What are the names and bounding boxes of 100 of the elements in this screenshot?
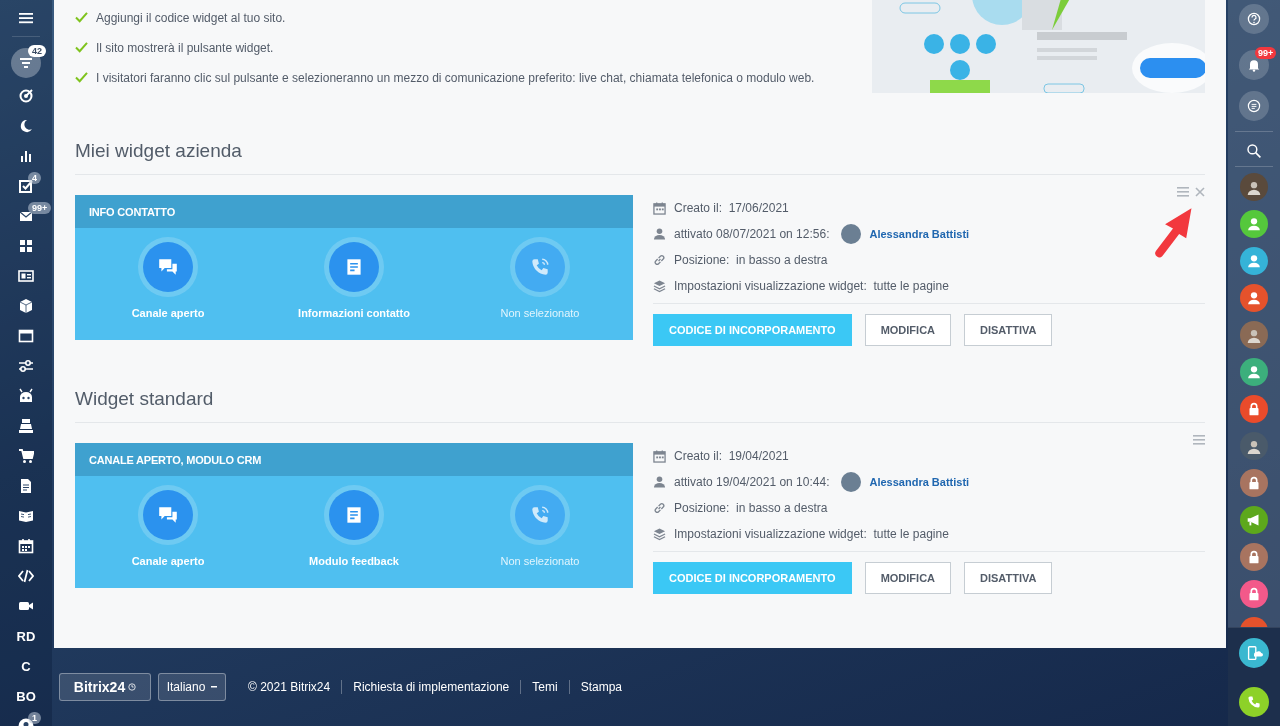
step-text: Aggiungi il codice widget al tuo sito. [96, 10, 286, 25]
code-icon [18, 568, 34, 584]
menu-item[interactable]: 1 [0, 711, 52, 726]
menu-item[interactable]: 99+ [0, 201, 52, 231]
contact-person-icon[interactable] [1240, 210, 1268, 238]
copyright-text: © 2021 Bitrix24 [247, 680, 332, 694]
widget-title: INFO CONTATTO [89, 205, 175, 218]
cloud-phone-icon [1245, 643, 1263, 662]
cloud-phone-button[interactable] [1239, 637, 1269, 668]
display-settings: Impostazioni visualizzazione widget: tutte le pagine [674, 527, 949, 541]
position-info: Posizione: in basso a destra [674, 501, 828, 515]
contact-person-icon[interactable] [1240, 358, 1268, 386]
calendar-icon [18, 538, 34, 554]
widget-title: CANALE APERTO, MODULO CRM [89, 453, 262, 466]
document-icon [18, 478, 34, 494]
caret-icon [211, 686, 218, 688]
counter-badge: 4 [28, 172, 41, 184]
menu-item[interactable]: RD [0, 621, 52, 651]
cart-icon [18, 448, 34, 464]
person-icon [653, 475, 666, 489]
bar-chart-icon [18, 148, 34, 164]
contact-person-icon[interactable] [1240, 284, 1268, 312]
menu-icon [1177, 187, 1189, 197]
target-icon [18, 88, 34, 104]
display-settings: Impostazioni visualizzazione widget: tutte le pagine [674, 279, 949, 293]
check-icon [75, 42, 88, 53]
menu-item[interactable]: BO [0, 681, 52, 711]
deactivate-button[interactable]: DISATTIVA [964, 314, 1053, 346]
contact-lock-icon[interactable] [1240, 395, 1268, 423]
contact-card-icon [18, 268, 34, 284]
user-avatar [841, 472, 862, 492]
chat-bubbles-icon[interactable] [143, 490, 193, 540]
section-title: Widget standard [75, 346, 1205, 423]
grid-icon [18, 238, 34, 254]
user-avatar[interactable] [1240, 321, 1268, 349]
help-icon[interactable] [1239, 4, 1269, 34]
layers-icon [653, 527, 666, 541]
moon-icon [18, 118, 34, 134]
menu-icon [18, 10, 34, 26]
document-icon[interactable] [329, 490, 379, 540]
section-title: Miei widget azienda [75, 93, 1205, 175]
created-date: Creato il: 19/04/2021 [674, 449, 789, 463]
channel-label: Canale aperto [131, 307, 205, 319]
chat-list-icon[interactable] [1239, 91, 1269, 121]
contact-lock-icon[interactable] [1240, 543, 1268, 571]
chat-bubbles-icon[interactable] [143, 242, 193, 292]
user-link[interactable]: Alessandra Battisti [869, 476, 970, 488]
layers-icon [653, 279, 666, 293]
contact-lock-icon[interactable] [1240, 580, 1268, 608]
link-icon [653, 501, 666, 515]
channel-label: Modulo feedback [309, 555, 399, 567]
footer-link[interactable]: Temi [520, 680, 569, 694]
window-icon [18, 328, 34, 344]
activation-info: attivato 08/07/2021 on 12:56: [674, 227, 830, 241]
channel-label: Non selezionato [500, 555, 580, 567]
clock-icon [128, 683, 137, 691]
user-avatar[interactable] [1240, 173, 1268, 201]
position-info: Posizione: in basso a destra [674, 253, 828, 267]
step-text: I visitatori faranno clic sul pulsante e selezioneranno un mezzo di comunicazione preferito: live chat, chiamata telefonica o modulo web. [96, 70, 815, 85]
link-icon [653, 253, 666, 267]
checkbox-icon [18, 178, 34, 194]
menu-item[interactable]: 42 [0, 45, 52, 81]
logo-button[interactable]: Bitrix24 [59, 673, 151, 701]
document-icon[interactable] [329, 242, 379, 292]
sliders-icon [18, 358, 34, 374]
user-avatar[interactable] [1240, 432, 1268, 460]
robot-icon [18, 388, 34, 404]
counter-badge: 99+ [28, 202, 52, 214]
edit-button[interactable]: MODIFICA [864, 314, 952, 346]
check-icon [75, 72, 88, 83]
channel-label: Canale aperto [131, 555, 205, 567]
contact-person-icon[interactable] [1240, 247, 1268, 275]
calendar-icon [653, 449, 666, 463]
contact-lock-icon[interactable] [1240, 469, 1268, 497]
calendar-icon [653, 201, 666, 215]
phone-call-button[interactable] [1239, 686, 1269, 717]
counter-badge: 1 [28, 712, 41, 724]
contact-megaphone-icon[interactable] [1240, 506, 1268, 534]
channel-label: Non selezionato [500, 307, 580, 319]
phone-icon [1246, 693, 1262, 710]
cash-register-icon [18, 418, 34, 434]
deactivate-button[interactable]: DISATTIVA [964, 562, 1053, 594]
counter-badge: 42 [28, 45, 46, 57]
channel-label: Informazioni contatto [298, 307, 410, 319]
edit-button[interactable]: MODIFICA [864, 562, 952, 594]
filter-icon [18, 55, 34, 71]
open-book-icon [18, 508, 34, 524]
user-avatar [841, 224, 862, 244]
check-icon [75, 12, 88, 23]
user-link[interactable]: Alessandra Battisti [869, 228, 970, 240]
menu-item[interactable]: 4 [0, 171, 52, 201]
counter-badge: 99+ [1255, 47, 1277, 59]
footer-link[interactable]: Stampa [568, 680, 633, 694]
menu-item[interactable]: C [0, 651, 52, 681]
footer-link[interactable]: Richiesta di implementazione [341, 680, 521, 694]
language-dropdown[interactable]: Italiano [158, 673, 226, 701]
person-icon [653, 227, 666, 241]
box-icon [18, 298, 34, 314]
created-date: Creato il: 17/06/2021 [674, 201, 789, 215]
step-text: Il sito mostrerà il pulsante widget. [96, 40, 274, 55]
